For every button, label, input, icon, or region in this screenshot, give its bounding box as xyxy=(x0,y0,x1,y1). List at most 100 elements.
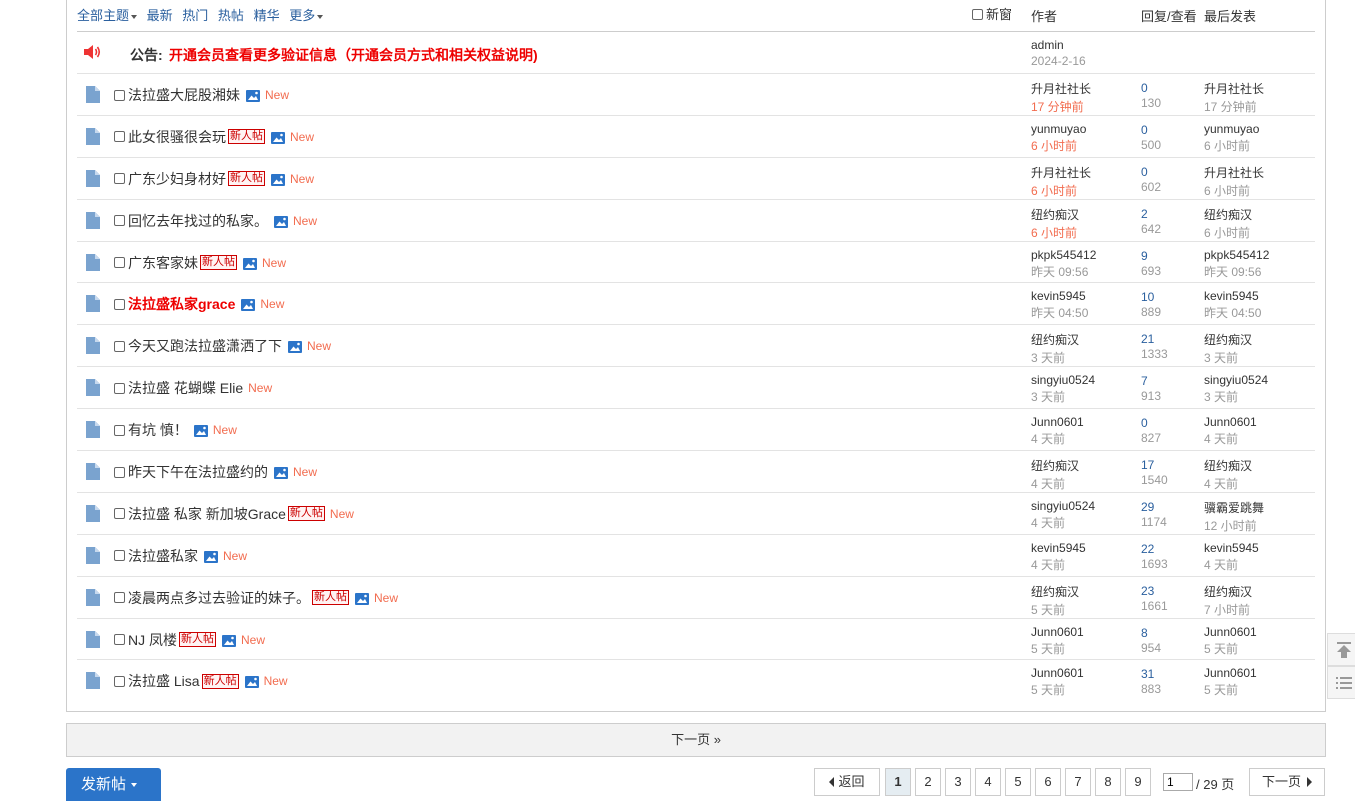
last-post-time[interactable]: 17 分钟前 xyxy=(1204,98,1264,115)
page-jump-input[interactable] xyxy=(1163,773,1193,791)
thread-title-link[interactable]: 凌晨两点多过去验证的妹子。 xyxy=(128,588,310,608)
new-window-checkbox[interactable]: 新窗 xyxy=(972,4,1012,23)
last-post-user[interactable]: Junn0601 xyxy=(1204,625,1257,639)
filter-hot[interactable]: 热门 xyxy=(182,8,208,23)
last-post-user[interactable]: 纽约痴汉 xyxy=(1204,331,1252,348)
last-post-user[interactable]: kevin5945 xyxy=(1204,289,1261,303)
author-name[interactable]: Junn0601 xyxy=(1031,415,1084,429)
author-name[interactable]: 升月社社长 xyxy=(1031,80,1091,97)
filter-hot-threads[interactable]: 热帖 xyxy=(218,8,244,23)
last-post-user[interactable]: pkpk545412 xyxy=(1204,248,1269,262)
checkbox-icon[interactable] xyxy=(114,340,125,352)
reply-count[interactable]: 17 xyxy=(1141,458,1168,472)
checkbox-icon[interactable] xyxy=(114,89,125,101)
file-icon[interactable] xyxy=(86,211,100,229)
last-post-time[interactable]: 4 天前 xyxy=(1204,475,1252,492)
page-number-3[interactable]: 3 xyxy=(945,768,971,796)
checkbox-icon[interactable] xyxy=(114,131,125,143)
reply-count[interactable]: 8 xyxy=(1141,626,1161,640)
pagination-next[interactable]: 下一页 xyxy=(1249,768,1325,796)
author-name[interactable]: admin xyxy=(1031,38,1086,52)
file-icon[interactable] xyxy=(86,421,100,439)
checkbox-icon[interactable] xyxy=(114,424,125,436)
last-post-time[interactable]: 4 天前 xyxy=(1204,556,1259,573)
author-name[interactable]: Junn0601 xyxy=(1031,625,1084,639)
last-post-user[interactable]: Junn0601 xyxy=(1204,415,1257,429)
thread-title-link[interactable]: 法拉盛 私家 新加坡Grace xyxy=(128,504,286,524)
thread-title-link[interactable]: 今天又跑法拉盛潇洒了下 xyxy=(128,336,282,356)
last-post-user[interactable]: singyiu0524 xyxy=(1204,373,1268,387)
last-post-time[interactable]: 12 小时前 xyxy=(1204,517,1264,534)
thread-title-link[interactable]: 广东少妇身材好 xyxy=(128,169,226,189)
file-icon[interactable] xyxy=(86,630,100,648)
last-post-user[interactable]: 纽约痴汉 xyxy=(1204,583,1252,600)
file-icon[interactable] xyxy=(86,379,100,397)
reply-count[interactable]: 22 xyxy=(1141,542,1168,556)
author-name[interactable]: 纽约痴汉 xyxy=(1031,206,1079,223)
thread-title-link[interactable]: 法拉盛私家grace xyxy=(128,294,235,314)
checkbox-icon[interactable] xyxy=(114,382,125,394)
last-post-user[interactable]: 升月社社长 xyxy=(1204,80,1264,97)
last-post-time[interactable]: 昨天 04:50 xyxy=(1204,304,1261,321)
scroll-top-button[interactable] xyxy=(1327,633,1355,666)
thread-title-link[interactable]: 广东客家妹 xyxy=(128,253,198,273)
last-post-user[interactable]: 纽约痴汉 xyxy=(1204,457,1252,474)
author-name[interactable]: singyiu0524 xyxy=(1031,499,1095,513)
last-post-time[interactable]: 6 小时前 xyxy=(1204,182,1264,199)
thread-title-link[interactable]: 法拉盛 Lisa xyxy=(128,671,200,691)
author-name[interactable]: 纽约痴汉 xyxy=(1031,457,1079,474)
reply-count[interactable]: 0 xyxy=(1141,123,1161,137)
file-icon[interactable] xyxy=(86,588,100,606)
thread-title-link[interactable]: 有坑 慎！ xyxy=(128,420,188,440)
thread-title-link[interactable]: 法拉盛 花蝴蝶 Elie xyxy=(128,378,243,398)
last-post-time[interactable]: 6 小时前 xyxy=(1204,224,1252,241)
author-name[interactable]: 纽约痴汉 xyxy=(1031,583,1079,600)
author-name[interactable]: singyiu0524 xyxy=(1031,373,1095,387)
thread-title-link[interactable]: 此女很骚很会玩 xyxy=(128,127,226,147)
file-icon[interactable] xyxy=(86,253,100,271)
next-page-bar[interactable]: 下一页 » xyxy=(66,723,1326,757)
checkbox-icon[interactable] xyxy=(114,257,125,269)
list-view-button[interactable] xyxy=(1327,666,1355,699)
reply-count[interactable]: 21 xyxy=(1141,332,1168,346)
filter-all-topics[interactable]: 全部主题 xyxy=(77,8,138,23)
last-post-user[interactable]: 骥霸爱跳舞 xyxy=(1204,499,1264,516)
reply-count[interactable]: 7 xyxy=(1141,374,1161,388)
last-post-user[interactable]: kevin5945 xyxy=(1204,541,1259,555)
reply-count[interactable]: 0 xyxy=(1141,81,1161,95)
checkbox-icon[interactable] xyxy=(114,508,125,520)
checkbox-icon[interactable] xyxy=(114,592,125,604)
last-post-user[interactable]: 纽约痴汉 xyxy=(1204,206,1252,223)
file-icon[interactable] xyxy=(86,672,100,690)
reply-count[interactable]: 31 xyxy=(1141,667,1161,681)
last-post-time[interactable]: 昨天 09:56 xyxy=(1204,263,1269,280)
last-post-time[interactable]: 5 天前 xyxy=(1204,681,1257,698)
page-number-9[interactable]: 9 xyxy=(1125,768,1151,796)
pagination-back[interactable]: 返回 xyxy=(814,768,880,796)
thread-title-link[interactable]: NJ 凤楼 xyxy=(128,630,177,650)
author-name[interactable]: kevin5945 xyxy=(1031,541,1086,555)
page-number-4[interactable]: 4 xyxy=(975,768,1001,796)
author-name[interactable]: yunmuyao xyxy=(1031,122,1086,136)
page-number-8[interactable]: 8 xyxy=(1095,768,1121,796)
thread-title-link[interactable]: 法拉盛大屁股湘妹 xyxy=(128,85,240,105)
page-number-5[interactable]: 5 xyxy=(1005,768,1031,796)
author-name[interactable]: Junn0601 xyxy=(1031,666,1084,680)
file-icon[interactable] xyxy=(86,504,100,522)
thread-title-link[interactable]: 法拉盛私家 xyxy=(128,546,198,566)
author-name[interactable]: pkpk545412 xyxy=(1031,248,1096,262)
page-number-6[interactable]: 6 xyxy=(1035,768,1061,796)
author-name[interactable]: 纽约痴汉 xyxy=(1031,331,1079,348)
page-number-1[interactable]: 1 xyxy=(885,768,911,796)
checkbox-icon[interactable] xyxy=(114,675,125,687)
last-post-time[interactable]: 6 小时前 xyxy=(1204,137,1259,154)
file-icon[interactable] xyxy=(86,295,100,313)
checkbox-icon[interactable] xyxy=(114,173,125,185)
last-post-time[interactable]: 5 天前 xyxy=(1204,640,1257,657)
file-icon[interactable] xyxy=(86,169,100,187)
filter-digest[interactable]: 精华 xyxy=(254,8,280,23)
thread-title-link[interactable]: 回忆去年找过的私家。 xyxy=(128,211,268,231)
file-icon[interactable] xyxy=(86,86,100,103)
checkbox-icon[interactable] xyxy=(114,550,125,562)
page-number-2[interactable]: 2 xyxy=(915,768,941,796)
